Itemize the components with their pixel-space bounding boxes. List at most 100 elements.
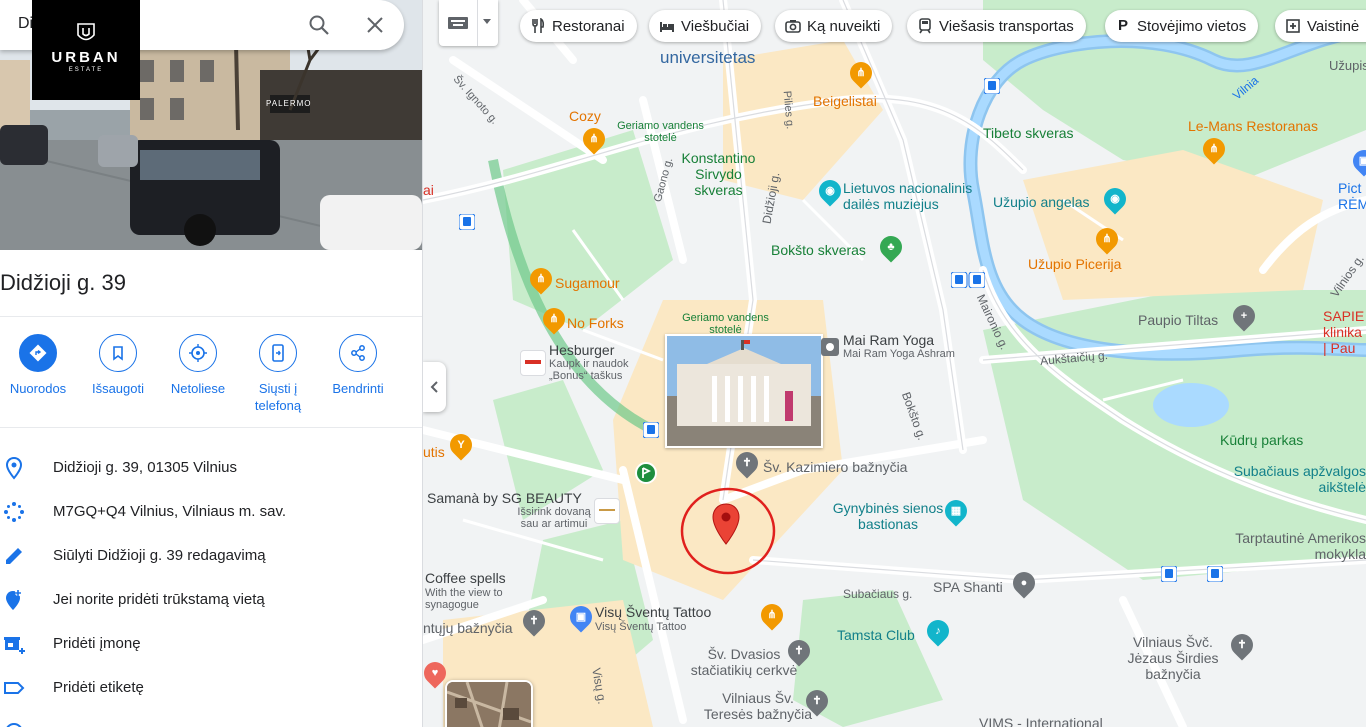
church-marker[interactable]: ✝ <box>731 447 763 479</box>
search-icon[interactable] <box>307 13 331 37</box>
selected-location-pin-icon[interactable] <box>711 502 741 546</box>
map-label-paupio-tiltas[interactable]: Paupio Tiltas <box>1138 312 1218 328</box>
bus-stop-icon[interactable] <box>459 214 475 230</box>
samana-logo[interactable] <box>594 498 620 524</box>
chip-parking[interactable]: P Stovėjimo vietos <box>1105 10 1259 42</box>
map-label-teresės[interactable]: Vilniaus Šv. Teresės bažnyčia <box>703 690 813 722</box>
map-label-uzupio-angelas[interactable]: Užupio angelas <box>993 194 1090 210</box>
map-label-beigelistai[interactable]: Beigelistai <box>813 93 877 109</box>
club-marker[interactable]: ♪ <box>922 615 954 647</box>
map-label-tibeto[interactable]: Tibeto skveras <box>983 125 1074 141</box>
map-label-dvasios[interactable]: Šv. Dvasios stačiatikių cerkvė <box>689 646 799 678</box>
map-label-konstantino[interactable]: Konstantino Sirvydo skveras <box>671 150 766 198</box>
chip-restaurants[interactable]: Restoranai <box>520 10 637 42</box>
map-label-tamsta[interactable]: Tamsta Club <box>837 627 915 643</box>
map-label-uzupio-picerija[interactable]: Užupio Picerija <box>1028 256 1121 272</box>
church-marker[interactable]: ✝ <box>801 685 833 717</box>
map-label-lemans[interactable]: Le-Mans Restoranas <box>1188 118 1318 134</box>
mai-ram-yoga-marker[interactable] <box>821 338 839 356</box>
camera-icon <box>785 20 801 33</box>
nearby-button[interactable]: Netoliese <box>158 334 238 397</box>
info-center-icon[interactable] <box>635 462 657 484</box>
add-missing-place-row[interactable]: Jei norite pridėti trūkstamą vietą <box>0 578 422 622</box>
map-photo-thumbnail[interactable] <box>665 334 823 448</box>
museum-marker[interactable]: ◉ <box>814 175 846 207</box>
chip-things-to-do[interactable]: Ką nuveikti <box>775 10 893 42</box>
church-marker[interactable]: ✝ <box>1226 629 1258 661</box>
map-label-mai-ram-yoga[interactable]: Mai Ram Yoga <box>843 332 934 348</box>
map-label-sugamour[interactable]: Sugamour <box>555 275 620 291</box>
hesburger-logo[interactable] <box>520 350 546 376</box>
layers-button[interactable] <box>445 680 533 727</box>
brand-logo: URBAN ESTATE <box>32 0 140 100</box>
map-canvas[interactable]: universitetas Beigelistai Cozy Geriamo v… <box>423 0 1366 727</box>
map-label-tattoo[interactable]: Visų Šventų Tattoo <box>595 604 711 620</box>
add-business-row[interactable]: Pridėti įmonę <box>0 622 422 666</box>
map-label-kudru-parkas[interactable]: Kūdrų parkas <box>1220 432 1303 448</box>
map-label-water-2: Geriamo vandens stotelė <box>682 312 769 336</box>
logo-mark-icon <box>77 23 95 41</box>
restaurant-marker[interactable]: ⋔ <box>845 57 877 89</box>
map-label-tarptautine[interactable]: Tarptautinė Amerikos mokykla <box>1223 530 1366 562</box>
keyboard-icon <box>448 17 468 29</box>
shop-marker[interactable]: ▣ <box>565 601 597 633</box>
address-row[interactable]: Didžioji g. 39, 01305 Vilnius <box>0 446 422 490</box>
map-label-kazimiero[interactable]: Šv. Kazimiero bažnyčia <box>763 459 907 475</box>
nearby-label: Netoliese <box>170 381 226 396</box>
label-icon <box>4 682 25 694</box>
input-tools-button[interactable] <box>439 0 498 46</box>
bus-stop-icon[interactable] <box>1207 566 1223 582</box>
bar-marker[interactable]: Y <box>445 429 477 461</box>
chip-transit[interactable]: Viešasis transportas <box>907 10 1086 42</box>
restaurant-marker[interactable]: ⋔ <box>756 599 788 631</box>
place-marker[interactable]: ● <box>1008 567 1040 599</box>
map-label-subaciaus-aikstele[interactable]: Subačiaus apžvalgos aikštelė <box>1223 463 1366 495</box>
map-label-boksto-skveras[interactable]: Bokšto skveras <box>771 242 866 258</box>
chip-pharmacy[interactable]: Vaistinė <box>1275 10 1366 42</box>
map-label-hesburger[interactable]: Hesburger <box>549 342 614 358</box>
restaurant-marker[interactable]: ⋔ <box>1091 223 1123 255</box>
map-label-samana[interactable]: Samanà by SG BEAUTY <box>427 490 582 506</box>
chip-hotels[interactable]: Viešbučiai <box>649 10 762 42</box>
map-label-gynybines[interactable]: Gynybinės sienos bastionas <box>823 500 953 532</box>
bus-stop-icon[interactable] <box>643 422 659 438</box>
address-text: Didžioji g. 39, 01305 Vilnius <box>53 459 238 476</box>
map-label-no-forks[interactable]: No Forks <box>567 315 624 331</box>
directions-button[interactable]: Nuorodos <box>0 334 78 397</box>
clinic-marker[interactable]: + <box>1228 300 1260 332</box>
save-label: Išsaugoti <box>91 381 145 396</box>
plus-code-row[interactable]: M7GQ+Q4 Vilnius, Vilniaus m. sav. <box>0 490 422 534</box>
bookmark-icon <box>113 346 123 361</box>
restaurant-marker[interactable]: ⋔ <box>578 123 610 155</box>
park-marker[interactable]: ♣ <box>875 231 907 263</box>
send-to-phone-button[interactable]: Siųsti į telefoną <box>238 334 318 414</box>
close-icon[interactable] <box>363 13 387 37</box>
map-label-vims[interactable]: VIMS - International <box>979 715 1103 727</box>
attraction-marker[interactable]: ▦ <box>940 495 972 527</box>
church-marker[interactable]: ✝ <box>518 605 550 637</box>
restaurant-marker[interactable]: ⋔ <box>525 263 557 295</box>
restaurant-marker[interactable]: ⋔ <box>538 303 570 335</box>
map-label-spa-shanti[interactable]: SPA Shanti <box>933 579 1003 595</box>
restaurant-marker[interactable]: ⋔ <box>1198 133 1230 165</box>
church-marker[interactable]: ✝ <box>783 635 815 667</box>
share-button[interactable]: Bendrinti <box>318 334 398 397</box>
bus-stop-icon[interactable] <box>1161 566 1177 582</box>
search-input[interactable]: Di <box>18 15 33 33</box>
map-label-coffee-spells[interactable]: Coffee spells <box>425 570 506 586</box>
save-button[interactable]: Išsaugoti <box>78 334 158 397</box>
more-row[interactable] <box>0 710 422 727</box>
suggest-edit-row[interactable]: Siūlyti Didžioji g. 39 redagavimą <box>0 534 422 578</box>
map-label-jezaus[interactable]: Vilniaus Švč. Jėzaus Širdies bažnyčia <box>1113 634 1233 682</box>
map-label-pict[interactable]: Pict RĖM <box>1338 180 1366 212</box>
add-label-row[interactable]: Pridėti etiketę <box>0 666 422 710</box>
bus-stop-icon[interactable] <box>951 272 985 288</box>
collapse-panel-button[interactable] <box>423 362 446 412</box>
bus-stop-icon[interactable] <box>984 78 1000 94</box>
directions-icon <box>29 344 47 362</box>
map-label-sapiegos[interactable]: SAPIE klinika | Pau <box>1323 308 1366 356</box>
map-label-cozy[interactable]: Cozy <box>569 108 601 124</box>
map-label-national-art-museum[interactable]: Lietuvos nacionalinis dailės muziejus <box>843 180 1003 212</box>
send-to-phone-icon <box>272 344 284 362</box>
attraction-marker[interactable]: ◉ <box>1099 183 1131 215</box>
